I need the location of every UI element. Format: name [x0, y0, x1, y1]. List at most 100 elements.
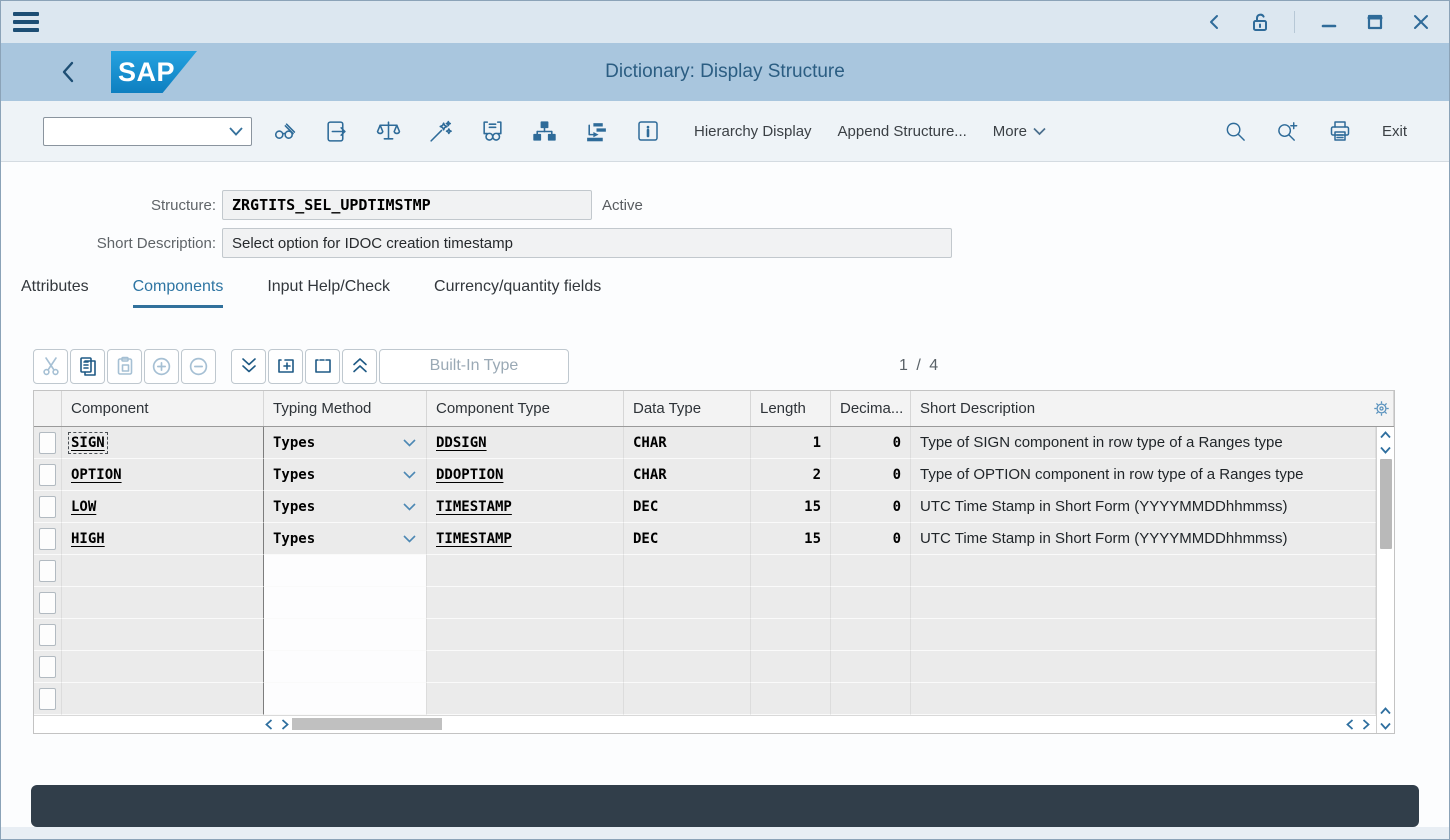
exit-button[interactable]: Exit — [1382, 123, 1407, 140]
vertical-scroll-thumb[interactable] — [1380, 459, 1392, 549]
short-description-field[interactable]: Select option for IDOC creation timestam… — [222, 228, 952, 258]
row-checkbox[interactable] — [39, 528, 56, 550]
paste-button[interactable] — [107, 349, 142, 384]
delete-row-button[interactable] — [305, 349, 340, 384]
navigation-stack-button[interactable] — [576, 111, 616, 151]
sap-gui-window: SAP Dictionary: Display Structure — [0, 0, 1450, 840]
cell-short-description: UTC Time Stamp in Short Form (YYYYMMDDhh… — [911, 523, 1376, 555]
cell-short-description: UTC Time Stamp in Short Form (YYYYMMDDhh… — [911, 491, 1376, 523]
row-checkbox[interactable] — [39, 656, 56, 678]
header-component[interactable]: Component — [62, 391, 264, 426]
table-toolbar: Built-In Type 1 / 4 — [33, 348, 1449, 384]
menu-icon[interactable] — [9, 5, 49, 39]
built-in-type-button[interactable]: Built-In Type — [379, 349, 569, 384]
add-icon — [151, 356, 172, 377]
row-checkbox[interactable] — [39, 496, 56, 518]
insert-row-button[interactable] — [268, 349, 303, 384]
header-length[interactable]: Length — [751, 391, 831, 426]
cell-component[interactable]: LOW — [62, 491, 264, 523]
tab-currency-quantity-fields[interactable]: Currency/quantity fields — [434, 278, 601, 308]
footer-zone — [1, 769, 1449, 839]
table-row: HIGH Types TIMESTAMP DEC 15 0 UTC Time S… — [34, 523, 1376, 555]
cell-component-type[interactable]: DDOPTION — [427, 459, 624, 491]
cut-button[interactable] — [33, 349, 68, 384]
cell-component-type[interactable]: TIMESTAMP — [427, 523, 624, 555]
table-row-empty — [34, 619, 1376, 651]
page-down-icon — [239, 356, 259, 376]
info-button[interactable] — [628, 111, 668, 151]
cell-data-type: CHAR — [624, 459, 751, 491]
transport-button[interactable] — [316, 111, 356, 151]
cut-icon — [41, 356, 61, 376]
consistency-check-button[interactable] — [368, 111, 408, 151]
remove-row-button[interactable] — [181, 349, 216, 384]
cell-length: 15 — [751, 491, 831, 523]
cell-typing-method[interactable]: Types — [264, 459, 427, 491]
page-down-button[interactable] — [231, 349, 266, 384]
structure-field[interactable]: ZRGTITS_SEL_UPDTIMSTMP — [222, 190, 592, 220]
header-data-type[interactable]: Data Type — [624, 391, 751, 426]
page-up-button[interactable] — [342, 349, 377, 384]
bottom-strip — [1, 827, 1449, 839]
maximize-icon[interactable] — [1363, 10, 1387, 34]
cell-typing-method[interactable]: Types — [264, 427, 427, 459]
cell-component-type[interactable]: TIMESTAMP — [427, 491, 624, 523]
print-button[interactable] — [1320, 111, 1360, 151]
cell-component[interactable]: HIGH — [62, 523, 264, 555]
row-checkbox[interactable] — [39, 688, 56, 710]
hierarchy-button[interactable] — [524, 111, 564, 151]
cell-data-type: CHAR — [624, 427, 751, 459]
content-area: Structure: ZRGTITS_SEL_UPDTIMSTMP Active… — [1, 162, 1449, 769]
copy-button[interactable] — [70, 349, 105, 384]
row-checkbox[interactable] — [39, 560, 56, 582]
cell-decimals: 0 — [831, 491, 911, 523]
tab-components[interactable]: Components — [133, 278, 224, 308]
more-button[interactable]: More — [993, 123, 1046, 140]
dropdown-icon — [403, 471, 416, 479]
activate-button[interactable] — [420, 111, 460, 151]
display-change-button[interactable] — [264, 111, 304, 151]
vertical-scrollbar[interactable] — [1376, 427, 1394, 733]
header-short-description[interactable]: Short Description — [911, 391, 1394, 426]
cell-component[interactable]: OPTION — [62, 459, 264, 491]
header-typing-method[interactable]: Typing Method — [264, 391, 427, 426]
cell-component[interactable]: SIGN — [62, 427, 264, 459]
cell-typing-method[interactable]: Types — [264, 491, 427, 523]
back-icon[interactable] — [1202, 10, 1226, 34]
scroll-left-icon — [1346, 719, 1354, 730]
row-checkbox[interactable] — [39, 432, 56, 454]
cell-typing-method[interactable]: Types — [264, 523, 427, 555]
hierarchy-display-button[interactable]: Hierarchy Display — [694, 123, 812, 140]
header-component-type[interactable]: Component Type — [427, 391, 624, 426]
close-icon[interactable] — [1409, 10, 1433, 34]
header-decimals[interactable]: Decima... — [831, 391, 911, 426]
unlock-icon[interactable] — [1248, 10, 1272, 34]
row-checkbox[interactable] — [39, 464, 56, 486]
page-title: Dictionary: Display Structure — [1, 61, 1449, 83]
cell-decimals: 0 — [831, 523, 911, 555]
row-checkbox[interactable] — [39, 624, 56, 646]
horizontal-scrollbar[interactable] — [34, 715, 1376, 733]
cell-component-type[interactable]: DDSIGN — [427, 427, 624, 459]
print-icon — [1328, 119, 1352, 143]
row-checkbox[interactable] — [39, 592, 56, 614]
dropdown-icon — [403, 535, 416, 543]
where-used-button[interactable] — [472, 111, 512, 151]
tab-attributes[interactable]: Attributes — [21, 278, 89, 308]
search-button[interactable] — [1216, 111, 1256, 151]
add-row-button[interactable] — [144, 349, 179, 384]
horizontal-scroll-thumb[interactable] — [292, 718, 442, 730]
command-field[interactable] — [43, 117, 252, 146]
minimize-icon[interactable] — [1317, 10, 1341, 34]
tab-strip: Attributes Components Input Help/Check C… — [1, 270, 1449, 308]
activate-icon — [428, 119, 453, 144]
settings-icon[interactable] — [1373, 400, 1390, 422]
append-structure-button[interactable]: Append Structure... — [838, 123, 967, 140]
copy-icon — [78, 356, 98, 376]
chevron-down-icon — [1033, 127, 1046, 136]
where-used-icon — [480, 119, 505, 144]
page-up-icon — [350, 356, 370, 376]
components-table: Component Typing Method Component Type D… — [33, 390, 1395, 734]
search-next-button[interactable] — [1268, 111, 1308, 151]
tab-input-help-check[interactable]: Input Help/Check — [267, 278, 390, 308]
